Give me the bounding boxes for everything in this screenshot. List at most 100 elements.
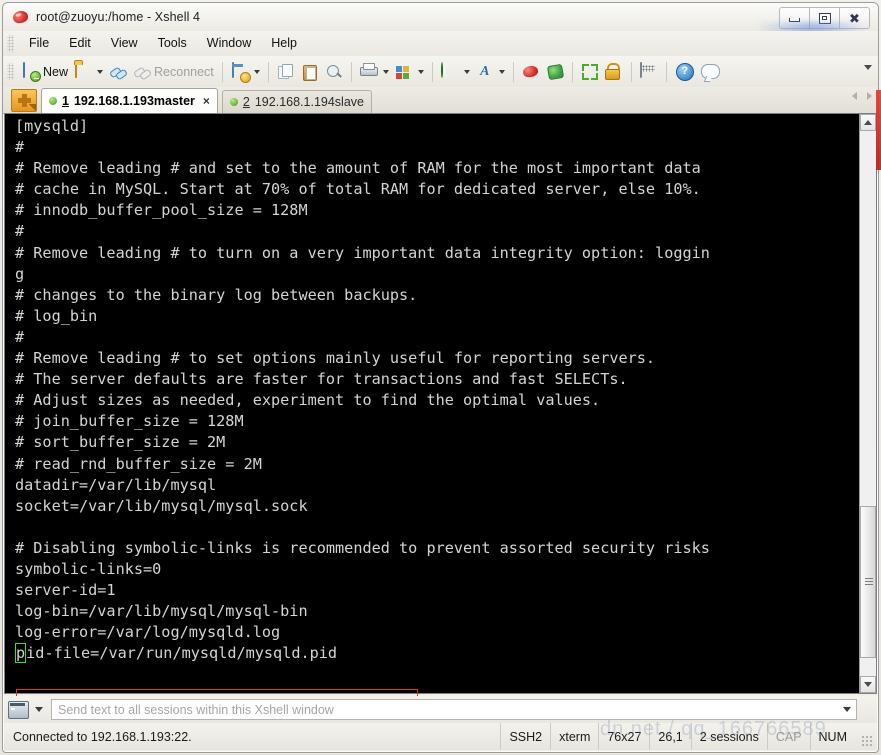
help-button[interactable]: ? <box>672 60 698 84</box>
chevron-down-icon[interactable] <box>463 69 470 74</box>
new-session-button[interactable]: New <box>19 60 71 84</box>
tab-close-icon[interactable]: × <box>203 94 210 108</box>
tab-scroll-right-icon[interactable] <box>867 92 872 100</box>
menu-item-edit[interactable]: Edit <box>59 33 101 54</box>
terminal-panel: [mysqld] # # Remove leading # and set to t… <box>4 113 877 734</box>
reconnect-button[interactable]: Reconnect <box>130 60 217 84</box>
status-size: 76x27 <box>598 723 649 750</box>
maximize-icon <box>818 12 831 24</box>
toolbar-separator <box>350 61 352 82</box>
toolbar: New Reconnect A ? <box>3 56 878 88</box>
chevron-down-icon[interactable] <box>382 69 389 74</box>
lock-icon <box>605 63 623 81</box>
tab-session-1[interactable]: 1 192.168.1.193master × <box>41 88 218 113</box>
paste-button[interactable] <box>298 60 322 84</box>
terminal-line: # Remove leading # to set options mainly… <box>15 349 656 368</box>
terminal-line: # <box>15 222 25 241</box>
close-button[interactable]: ✖ <box>839 7 870 29</box>
connected-dot-icon <box>49 97 57 105</box>
fullscreen-arrows-icon <box>581 63 598 80</box>
connect-button[interactable] <box>106 60 130 84</box>
menu-item-tools[interactable]: Tools <box>148 33 197 54</box>
terminal-line-cursor: pid-file=/var/run/mysqld/mysqld.pid <box>15 643 338 664</box>
menu-bar: File Edit View Tools Window Help <box>3 31 878 57</box>
globe-icon <box>440 61 459 81</box>
tab-scroll-controls <box>852 92 872 100</box>
xshell-logo-icon <box>523 65 539 79</box>
menu-item-file[interactable]: File <box>19 33 59 54</box>
terminal-line: g <box>15 264 25 283</box>
reconnect-link-icon <box>134 64 150 80</box>
connected-dot-icon <box>229 98 238 106</box>
magnifier-icon <box>326 64 342 80</box>
chevron-down-icon[interactable] <box>97 69 104 74</box>
terminal-line: symbolic-links=0 <box>15 559 162 578</box>
xshell-logo-icon <box>11 8 30 26</box>
status-cursor-pos: 26,1 <box>649 723 690 750</box>
terminal-line: # Remove leading # to turn on a very imp… <box>15 243 710 262</box>
terminal-line: # Disabling symbolic-links is recommende… <box>15 538 710 557</box>
status-message: Connected to 192.168.1.193:22. <box>13 729 192 744</box>
lock-button[interactable] <box>602 60 626 84</box>
xftp-button[interactable] <box>543 60 567 84</box>
tab-session-2[interactable]: 2 192.168.1.194slave <box>221 90 372 113</box>
terminal-scrollbar[interactable] <box>859 114 876 693</box>
status-num-lock: NUM <box>809 723 855 750</box>
menu-item-window[interactable]: Window <box>197 33 261 54</box>
terminal-line: # changes to the binary log between back… <box>15 285 418 304</box>
maximize-button[interactable] <box>809 7 840 29</box>
chevron-down-icon[interactable] <box>253 69 260 74</box>
terminal-monitor-icon <box>8 700 29 719</box>
resize-grip[interactable] <box>861 735 873 747</box>
fullscreen-button[interactable] <box>578 60 602 84</box>
scroll-down-button[interactable] <box>860 676 876 693</box>
tab-scroll-left-icon[interactable] <box>852 92 857 100</box>
chevron-down-icon[interactable] <box>417 69 424 74</box>
close-icon: ✖ <box>849 10 860 26</box>
layout-button[interactable] <box>392 60 427 84</box>
print-button[interactable] <box>357 60 392 84</box>
status-bar: Connected to 192.168.1.193:22. SSH2 xter… <box>4 723 877 750</box>
layout-tiles-icon <box>395 64 412 80</box>
copy-icon <box>277 63 294 80</box>
terminal-line: # cache in MySQL. Start at 70% of total … <box>15 180 701 199</box>
open-session-button[interactable] <box>71 60 106 84</box>
keyboard-button[interactable] <box>637 60 661 84</box>
scrollbar-thumb[interactable] <box>860 506 876 658</box>
toolbar-separator <box>665 61 667 82</box>
terminal-line: # The server defaults are faster for tra… <box>15 370 628 389</box>
copy-button[interactable] <box>274 60 298 84</box>
tab-1-label: 192.168.1.193master <box>73 94 195 108</box>
xshell-button[interactable] <box>519 60 543 84</box>
chevron-down-icon[interactable] <box>498 69 505 74</box>
terminal-line: # sort_buffer_size = 2M <box>15 433 226 452</box>
global-options-button[interactable] <box>438 60 473 84</box>
window-controls: ✖ <box>779 7 870 29</box>
chat-bubble-icon <box>700 64 720 79</box>
chat-button[interactable] <box>698 60 723 84</box>
session-manager-button[interactable] <box>228 60 263 84</box>
chevron-down-icon[interactable] <box>35 707 43 712</box>
xftp-icon <box>547 64 563 79</box>
toolbar-grip[interactable] <box>7 63 14 80</box>
tab-2-number: 2 <box>242 95 250 109</box>
terminal-line: socket=/var/lib/mysql/mysql.sock <box>15 496 308 515</box>
minimize-button[interactable] <box>779 7 810 29</box>
send-to-all-input[interactable]: Send text to all sessions within this Xs… <box>51 699 857 720</box>
paste-icon <box>302 64 318 81</box>
edge-marker <box>876 90 881 170</box>
status-caps-lock: CAP <box>766 723 810 750</box>
toolbar-overflow-icon[interactable] <box>864 65 872 70</box>
title-bar[interactable]: root@zuoyu:/home - Xshell 4 ✖ <box>3 3 878 31</box>
menu-grip[interactable] <box>7 35 14 52</box>
new-tab-button[interactable] <box>11 89 37 112</box>
status-sessions: 2 sessions <box>690 723 767 750</box>
find-button[interactable] <box>322 60 346 84</box>
scroll-up-button[interactable] <box>860 114 876 131</box>
terminal-output[interactable]: [mysqld] # # Remove leading # and set to t… <box>5 114 860 693</box>
font-button[interactable]: A <box>473 60 508 84</box>
send-dropdown-icon[interactable] <box>843 707 851 712</box>
menu-item-view[interactable]: View <box>101 33 148 54</box>
menu-item-help[interactable]: Help <box>261 33 307 54</box>
